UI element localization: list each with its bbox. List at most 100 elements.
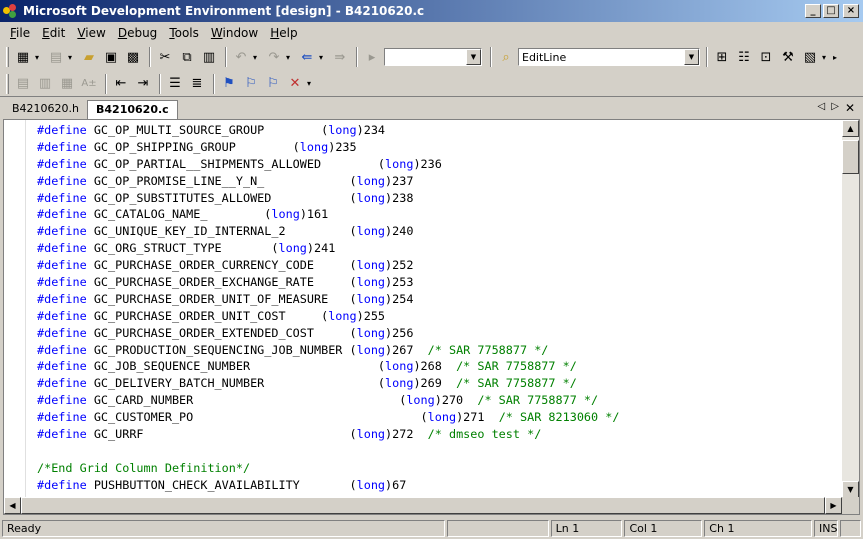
toolbar-options-icon[interactable]: ▸ [833, 53, 841, 62]
scroll-up-icon[interactable]: ▲ [842, 120, 859, 137]
code-line[interactable]: #define PUSHBUTTON_CHECK_AVAILABILITY (l… [37, 477, 843, 494]
menu-mnemonic: E [42, 26, 50, 40]
code-line[interactable] [37, 443, 843, 460]
scroll-tabs-left-icon[interactable]: ◁ [818, 101, 826, 115]
horizontal-scroll-thumb[interactable] [21, 497, 825, 514]
properties-window-icon[interactable]: ☷ [734, 47, 754, 67]
code-line[interactable]: #define GC_DELIVERY_BATCH_NUMBER (long)2… [37, 375, 843, 392]
code-line[interactable]: #define GC_CUSTOMER_PO (long)271 /* SAR … [37, 409, 843, 426]
code-text: GC_PRODUCTION_SEQUENCING_JOB_NUMBER ( [86, 342, 357, 357]
maximize-button[interactable]: □ [823, 4, 839, 18]
indicator-margin[interactable] [4, 120, 26, 498]
new-project-icon[interactable]: ▦ [13, 47, 33, 67]
toolbox-icon[interactable]: ⚒ [778, 47, 798, 67]
list-members-icon[interactable]: ▤ [13, 74, 33, 94]
code-line[interactable]: #define GC_PURCHASE_ORDER_UNIT_OF_MEASUR… [37, 291, 843, 308]
other-windows-icon[interactable]: ▧ [800, 47, 820, 67]
solution-explorer-icon[interactable]: ⊞ [712, 47, 732, 67]
comment-lines-icon[interactable]: ☰ [165, 74, 185, 94]
save-icon[interactable]: ▣ [101, 47, 121, 67]
cut-icon[interactable]: ✂ [155, 47, 175, 67]
decrease-indent-icon[interactable]: ⇤ [111, 74, 131, 94]
find-in-files-icon[interactable]: ⌕ [496, 47, 516, 67]
title-bar[interactable]: Microsoft Development Environment [desig… [0, 0, 863, 22]
open-file-icon[interactable]: ▰ [79, 47, 99, 67]
add-item-icon[interactable]: ▤ [46, 47, 66, 67]
redo-dropdown[interactable]: ▾ [286, 53, 294, 62]
new-project-dropdown[interactable]: ▾ [35, 53, 43, 62]
class-view-icon[interactable]: ⊡ [756, 47, 776, 67]
complete-word-icon[interactable]: A± [79, 74, 99, 94]
code-line[interactable]: #define GC_PURCHASE_ORDER_UNIT_COST (lon… [37, 308, 843, 325]
code-line[interactable]: #define GC_ORG_STRUCT_TYPE (long)241 [37, 240, 843, 257]
vertical-scroll-thumb[interactable] [842, 140, 859, 174]
code-line[interactable]: #define GC_OP_PARTIAL__SHIPMENTS_ALLOWED… [37, 156, 843, 173]
redo-icon[interactable]: ↷ [264, 47, 284, 67]
chevron-down-icon[interactable]: ▼ [466, 49, 481, 65]
code-line[interactable]: #define GC_JOB_SEQUENCE_NUMBER (long)268… [37, 358, 843, 375]
quick-info-icon[interactable]: ▦ [57, 74, 77, 94]
menu-file[interactable]: File [4, 26, 36, 40]
code-line[interactable]: #define GC_OP_MULTI_SOURCE_GROUP (long)2… [37, 122, 843, 139]
scroll-left-icon[interactable]: ◀ [4, 497, 21, 514]
next-bookmark-icon[interactable]: ⚐ [241, 74, 261, 94]
menu-help[interactable]: Help [264, 26, 303, 40]
code-line[interactable]: #define GC_OP_SUBSTITUTES_ALLOWED (long)… [37, 190, 843, 207]
clear-bookmarks-icon[interactable]: ✕ [285, 74, 305, 94]
chevron-down-icon[interactable]: ▼ [684, 49, 699, 65]
start-debug-icon[interactable]: ▸ [362, 47, 382, 67]
paste-icon[interactable]: ▥ [199, 47, 219, 67]
menu-window[interactable]: Window [205, 26, 264, 40]
scroll-down-icon[interactable]: ▼ [842, 481, 859, 498]
code-line[interactable]: #define GC_CARD_NUMBER (long)270 /* SAR … [37, 392, 843, 409]
close-button[interactable]: × [843, 4, 859, 18]
menu-debug[interactable]: Debug [112, 26, 163, 40]
code-area[interactable]: #define GC_OP_MULTI_SOURCE_GROUP (long)2… [37, 122, 843, 498]
code-line[interactable]: #define GC_PRODUCTION_SEQUENCING_JOB_NUM… [37, 342, 843, 359]
menu-edit[interactable]: Edit [36, 26, 71, 40]
code-line[interactable]: #define GC_CATALOG_NAME_ (long)161 [37, 206, 843, 223]
code-line[interactable]: #define GC_URRF (long)272 /* dmseo test … [37, 426, 843, 443]
navigate-forward-icon[interactable]: ⇛ [330, 47, 350, 67]
navigate-backward-dropdown[interactable]: ▾ [319, 53, 327, 62]
increase-indent-icon[interactable]: ⇥ [133, 74, 153, 94]
code-text: )67 [385, 477, 407, 492]
code-text: )270 [434, 393, 478, 408]
code-keyword: long [406, 393, 435, 408]
size-grip[interactable] [840, 520, 862, 537]
code-line[interactable]: #define GC_PURCHASE_ORDER_EXCHANGE_RATE … [37, 274, 843, 291]
menu-tools[interactable]: Tools [163, 26, 205, 40]
code-line[interactable]: #define GC_OP_PROMISE_LINE__Y_N_ (long)2… [37, 173, 843, 190]
vertical-scrollbar[interactable]: ▲ ▼ [842, 120, 859, 498]
find-combo[interactable]: EditLine ▼ [518, 48, 700, 66]
minimize-button[interactable]: _ [805, 4, 821, 18]
code-line[interactable]: #define GC_PURCHASE_ORDER_EXTENDED_COST … [37, 325, 843, 342]
toolbar-grip[interactable] [6, 73, 9, 94]
tab-b4210620-c[interactable]: B4210620.c [87, 100, 178, 119]
menu-view[interactable]: View [71, 26, 111, 40]
close-document-icon[interactable]: ✕ [845, 101, 855, 115]
undo-dropdown[interactable]: ▾ [253, 53, 261, 62]
code-line[interactable]: #define GC_OP_SHIPPING_GROUP (long)235 [37, 139, 843, 156]
uncomment-lines-icon[interactable]: ≣ [187, 74, 207, 94]
scroll-right-icon[interactable]: ▶ [825, 497, 842, 514]
copy-icon[interactable]: ⧉ [177, 47, 197, 67]
toolbar-grip[interactable] [6, 47, 9, 67]
add-item-dropdown[interactable]: ▾ [68, 53, 76, 62]
code-line[interactable]: #define GC_PURCHASE_ORDER_CURRENCY_CODE … [37, 257, 843, 274]
parameter-info-icon[interactable]: ▥ [35, 74, 55, 94]
tab-b4210620-h[interactable]: B4210620.h [4, 100, 87, 119]
toolbar-options-icon[interactable]: ▾ [307, 79, 315, 88]
horizontal-scrollbar[interactable]: ◀ ▶ [4, 497, 842, 514]
other-windows-dropdown[interactable]: ▾ [822, 53, 830, 62]
navigate-backward-icon[interactable]: ⇚ [297, 47, 317, 67]
code-editor[interactable]: #define GC_OP_MULTI_SOURCE_GROUP (long)2… [3, 119, 860, 515]
previous-bookmark-icon[interactable]: ⚐ [263, 74, 283, 94]
solution-config-combo[interactable]: ▼ [384, 48, 482, 66]
undo-icon[interactable]: ↶ [231, 47, 251, 67]
toggle-bookmark-icon[interactable]: ⚑ [219, 74, 239, 94]
scroll-tabs-right-icon[interactable]: ▷ [831, 101, 839, 115]
save-all-icon[interactable]: ▩ [123, 47, 143, 67]
code-line[interactable]: #define GC_UNIQUE_KEY_ID_INTERNAL_2 (lon… [37, 223, 843, 240]
code-line[interactable]: /*End Grid Column Definition*/ [37, 460, 843, 477]
